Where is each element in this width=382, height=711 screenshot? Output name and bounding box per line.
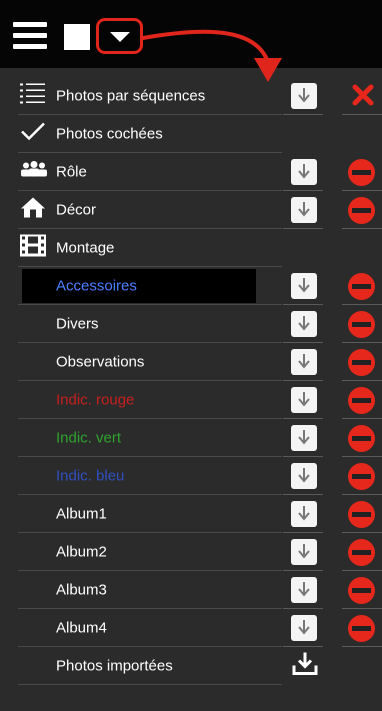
download-arrow-icon[interactable] — [291, 349, 317, 375]
menu-item-label: Indic. rouge — [56, 391, 135, 409]
download-arrow-icon[interactable] — [291, 463, 317, 489]
download-arrow-icon[interactable] — [291, 577, 317, 603]
menu-item-label: Observations — [56, 353, 145, 371]
menu-item-label: Indic. bleu — [56, 467, 125, 485]
white-square-icon[interactable] — [64, 24, 90, 50]
dropdown-button[interactable] — [96, 18, 143, 54]
menu-item[interactable]: Album2 — [0, 533, 382, 571]
house-icon — [20, 196, 46, 225]
remove-circle-icon[interactable] — [348, 273, 375, 300]
menu-item[interactable]: Rôle — [0, 153, 382, 191]
remove-circle-icon[interactable] — [348, 197, 375, 224]
download-arrow-icon[interactable] — [291, 615, 317, 641]
top-bar — [0, 0, 382, 68]
download-arrow-icon[interactable] — [291, 387, 317, 413]
triangle-down-icon — [110, 32, 130, 42]
menu-item-label: Album2 — [56, 543, 107, 561]
menu-item-label: Album4 — [56, 619, 107, 637]
close-x-icon[interactable] — [351, 83, 375, 107]
menu-item-label: Rôle — [56, 163, 87, 181]
menu-item[interactable]: Décor — [0, 191, 382, 229]
download-arrow-icon[interactable] — [291, 425, 317, 451]
remove-circle-icon[interactable] — [348, 501, 375, 528]
menu-item[interactable]: Indic. rouge — [0, 381, 382, 419]
remove-circle-icon[interactable] — [348, 387, 375, 414]
film-icon — [20, 234, 46, 262]
menu-item-label: Indic. vert — [56, 429, 122, 447]
remove-circle-icon[interactable] — [348, 463, 375, 490]
menu-item[interactable]: Photos par séquences — [0, 77, 382, 115]
download-arrow-icon[interactable] — [291, 83, 317, 109]
menu-item[interactable]: Montage — [0, 229, 382, 267]
remove-circle-icon[interactable] — [348, 311, 375, 338]
menu-item-label: Montage — [56, 239, 115, 257]
people-icon — [20, 161, 48, 184]
list-icon — [20, 83, 46, 110]
menu-item-label: Divers — [56, 315, 99, 333]
row-divider — [18, 684, 282, 685]
checkmark-icon — [20, 122, 46, 147]
menu-item-label: Photos importées — [56, 657, 173, 675]
download-arrow-icon[interactable] — [291, 501, 317, 527]
remove-circle-icon[interactable] — [348, 349, 375, 376]
import-download-icon[interactable] — [292, 652, 318, 681]
menu-item[interactable]: Accessoires — [0, 267, 382, 305]
menu-item-label: Décor — [56, 201, 97, 219]
menu-item[interactable]: Album3 — [0, 571, 382, 609]
remove-circle-icon[interactable] — [348, 615, 375, 642]
hamburger-menu-icon[interactable] — [13, 22, 47, 50]
menu-item-label: Accessoires — [56, 277, 137, 295]
menu-item[interactable]: Divers — [0, 305, 382, 343]
remove-circle-icon[interactable] — [348, 425, 375, 452]
menu-item[interactable]: Indic. vert — [0, 419, 382, 457]
remove-circle-icon[interactable] — [348, 539, 375, 566]
download-arrow-icon[interactable] — [291, 273, 317, 299]
menu-item[interactable]: Album4 — [0, 609, 382, 647]
download-arrow-icon[interactable] — [291, 197, 317, 223]
menu-item[interactable]: Indic. bleu — [0, 457, 382, 495]
menu-item[interactable]: Observations — [0, 343, 382, 381]
remove-circle-icon[interactable] — [348, 159, 375, 186]
remove-circle-icon[interactable] — [348, 577, 375, 604]
download-arrow-icon[interactable] — [291, 159, 317, 185]
menu-item[interactable]: Photos importées — [0, 647, 382, 685]
menu-item-label: Album3 — [56, 581, 107, 599]
download-arrow-icon[interactable] — [291, 311, 317, 337]
menu-item-label: Album1 — [56, 505, 107, 523]
menu-item[interactable]: Photos cochées — [0, 115, 382, 153]
menu-item[interactable]: Album1 — [0, 495, 382, 533]
menu-item-label: Photos cochées — [56, 125, 163, 143]
menu-item-label: Photos par séquences — [56, 87, 206, 105]
download-arrow-icon[interactable] — [291, 539, 317, 565]
